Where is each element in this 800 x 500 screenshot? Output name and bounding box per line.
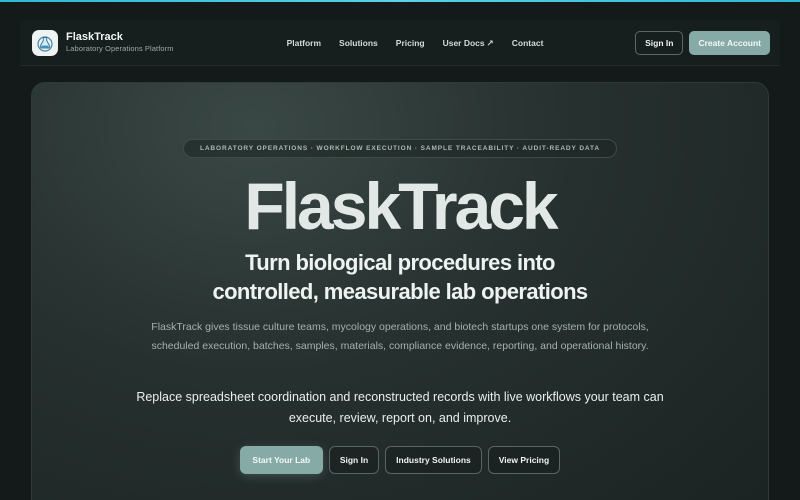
start-your-lab-button[interactable]: Start Your Lab xyxy=(239,446,323,474)
nav-user-docs-label: User Docs xyxy=(442,37,485,48)
hero-sign-in-button[interactable]: Sign In xyxy=(328,446,380,474)
hero-cta-text: Replace spreadsheet coordination and rec… xyxy=(136,390,664,425)
navbar: FlaskTrack Laboratory Operations Platfor… xyxy=(20,20,780,66)
nav-solutions[interactable]: Solutions xyxy=(339,38,378,48)
create-account-button[interactable]: Create Account xyxy=(689,31,770,55)
nav-actions: Sign In Create Account xyxy=(635,31,770,55)
brand-link[interactable]: FlaskTrack Laboratory Operations Platfor… xyxy=(32,29,174,56)
hero-cta-buttons: Start Your Lab Sign In Industry Solution… xyxy=(0,446,800,474)
hero-subtitle: Turn biological procedures into controll… xyxy=(0,248,800,306)
industry-solutions-button[interactable]: Industry Solutions xyxy=(385,446,482,474)
flask-icon xyxy=(32,29,58,56)
hero-description: FlaskTrack gives tissue culture teams, m… xyxy=(151,321,649,352)
nav-pricing[interactable]: Pricing xyxy=(396,38,425,48)
nav-contact[interactable]: Contact xyxy=(512,38,544,48)
hero-tagline-pill: LABORATORY OPERATIONS · WORKFLOW EXECUTI… xyxy=(183,139,617,158)
nav-user-docs[interactable]: User Docs ↗ xyxy=(443,38,494,49)
view-pricing-button[interactable]: View Pricing xyxy=(487,446,561,474)
nav-platform[interactable]: Platform xyxy=(287,38,321,48)
hero-subtitle-line2: controlled, measurable lab operations xyxy=(212,279,588,304)
brand-name: FlaskTrack xyxy=(66,31,123,43)
external-link-icon: ↗ xyxy=(486,37,494,48)
top-accent-line xyxy=(0,0,800,2)
hero-title: FlaskTrack xyxy=(244,169,558,243)
hero-subtitle-line1: Turn biological procedures into xyxy=(245,250,555,275)
sign-in-button[interactable]: Sign In xyxy=(635,31,684,55)
brand-tagline: Laboratory Operations Platform xyxy=(66,44,174,53)
